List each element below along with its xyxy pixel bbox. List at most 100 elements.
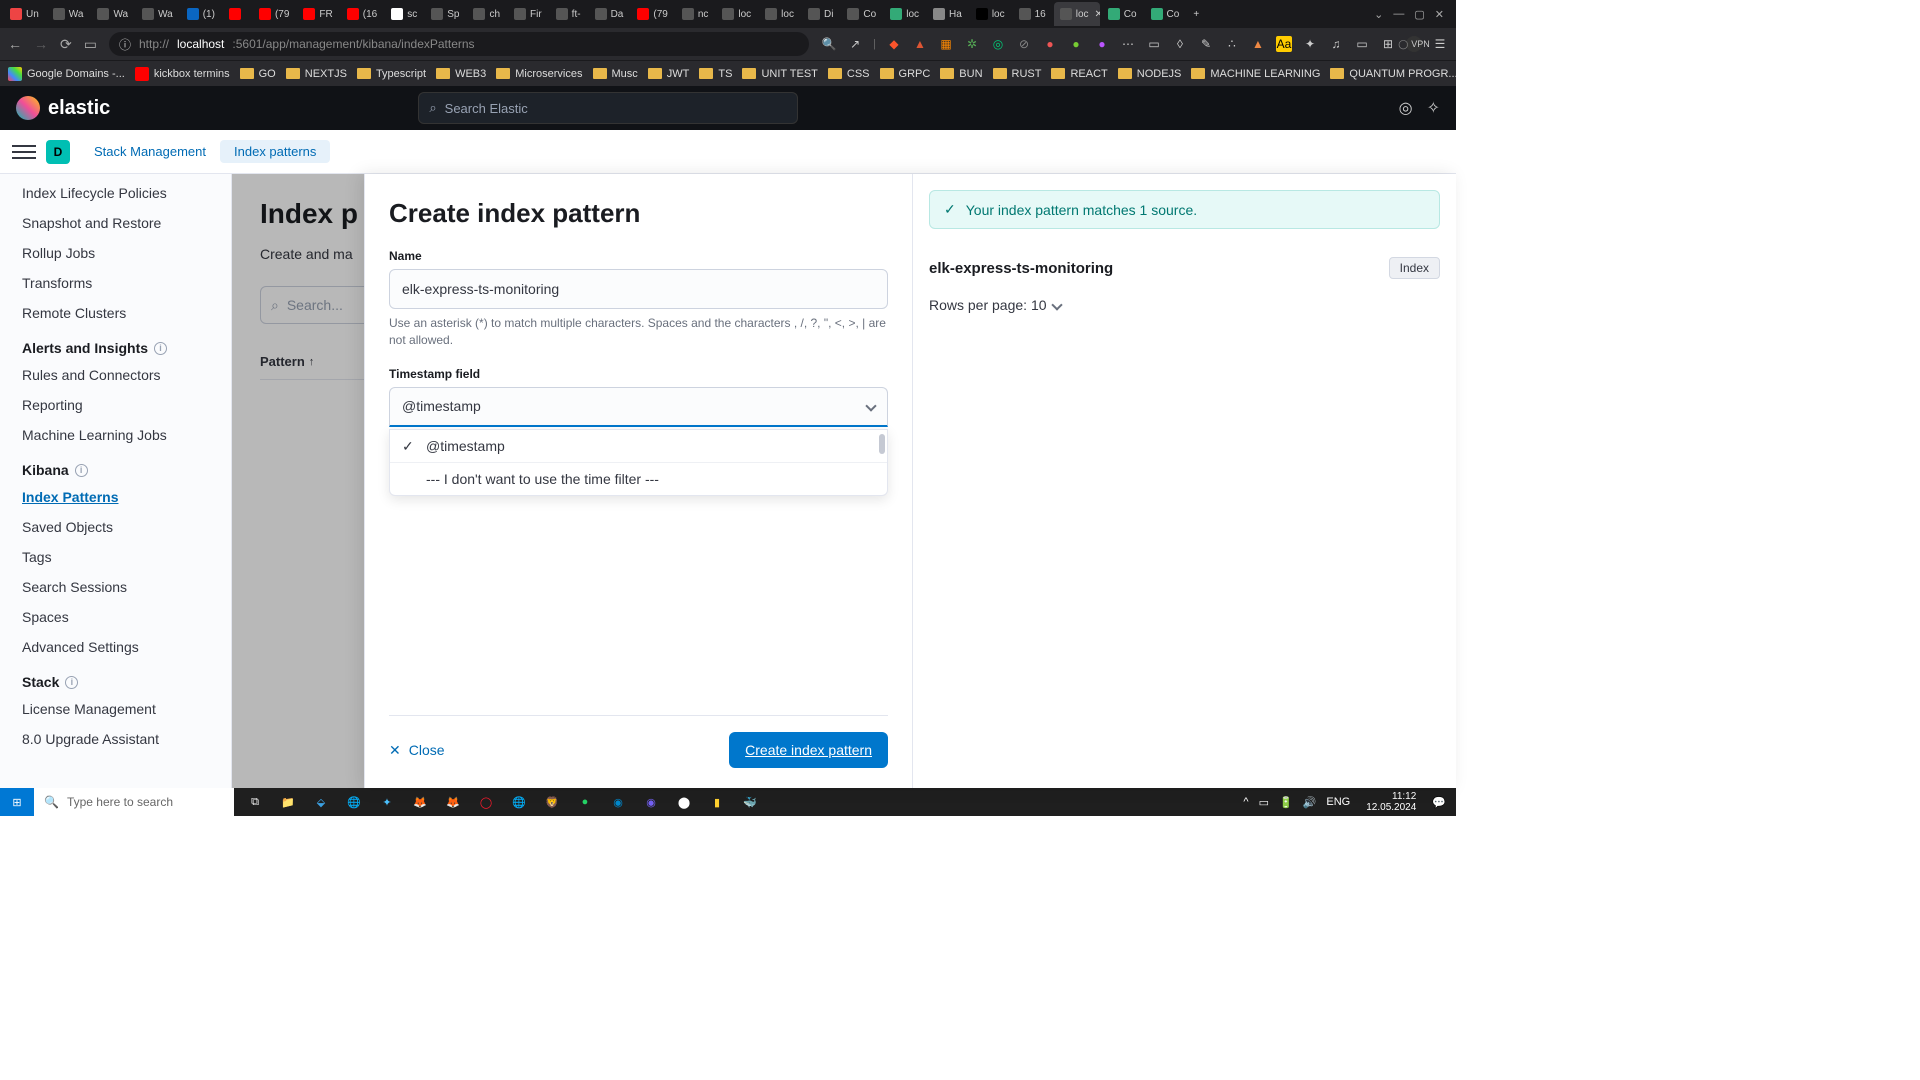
rows-per-page[interactable]: Rows per page: 10: [929, 297, 1440, 313]
tray-icon[interactable]: 🔋: [1279, 796, 1293, 809]
bookmark-item[interactable]: GO: [240, 68, 276, 80]
ext-icon[interactable]: ▲: [1250, 36, 1266, 52]
timestamp-select[interactable]: @timestamp: [389, 387, 888, 427]
breadcrumb-index-patterns[interactable]: Index patterns: [220, 140, 330, 163]
minimize-icon[interactable]: —: [1393, 8, 1404, 21]
back-icon[interactable]: ←: [8, 36, 22, 53]
close-window-icon[interactable]: ✕: [1435, 8, 1444, 21]
zoom-icon[interactable]: 🔍: [821, 36, 837, 52]
browser-tab[interactable]: Wa: [91, 2, 134, 26]
ext-icon[interactable]: ▲: [912, 36, 928, 52]
reload-icon[interactable]: ⟳: [60, 36, 72, 53]
taskbar-app[interactable]: 🦁: [537, 788, 567, 816]
vpn-badge[interactable]: ◯VPN: [1406, 36, 1422, 52]
task-view-icon[interactable]: ⧉: [240, 788, 270, 816]
bookmark-item[interactable]: NEXTJS: [286, 68, 347, 80]
ext-icon[interactable]: ▦: [938, 36, 954, 52]
taskbar-app[interactable]: 🌐: [504, 788, 534, 816]
browser-tab[interactable]: Co: [1102, 2, 1143, 26]
browser-tab[interactable]: sc: [385, 2, 423, 26]
sidebar-item-index-patterns[interactable]: Index Patterns: [0, 482, 231, 512]
taskbar-app[interactable]: 🦊: [405, 788, 435, 816]
browser-tab[interactable]: Co: [841, 2, 882, 26]
bookmark-item[interactable]: JWT: [648, 68, 690, 80]
browser-tab[interactable]: Wa: [136, 2, 179, 26]
sidebar-item[interactable]: Reporting: [0, 390, 231, 420]
bookmark-item[interactable]: RUST: [993, 68, 1042, 80]
sidebar-item[interactable]: Spaces: [0, 602, 231, 632]
browser-tab[interactable]: (1): [181, 2, 221, 26]
taskbar-app[interactable]: ✦: [372, 788, 402, 816]
scrollbar[interactable]: [879, 434, 885, 454]
name-input[interactable]: [389, 269, 888, 309]
browser-tab[interactable]: Da: [589, 2, 630, 26]
bookmark-item[interactable]: NODEJS: [1118, 68, 1182, 80]
bookmark-item[interactable]: Musc: [593, 68, 638, 80]
sidebar-item[interactable]: Index Lifecycle Policies: [0, 178, 231, 208]
site-info-icon[interactable]: ⓘ: [119, 36, 131, 53]
browser-tab[interactable]: Fir: [508, 2, 548, 26]
bookmark-icon[interactable]: ▭: [84, 36, 97, 53]
ext-icon[interactable]: ⊘: [1016, 36, 1032, 52]
browser-tab[interactable]: Ha: [927, 2, 968, 26]
global-search[interactable]: ⌕ Search Elastic: [418, 92, 798, 124]
browser-tab-active[interactable]: loc✕: [1054, 2, 1100, 26]
browser-tab[interactable]: (79: [253, 2, 295, 26]
nav-toggle-icon[interactable]: [12, 140, 36, 164]
bookmark-item[interactable]: BUN: [940, 68, 982, 80]
tab-list-icon[interactable]: ⌄: [1374, 8, 1383, 21]
browser-tab[interactable]: loc: [716, 2, 757, 26]
ext-icon[interactable]: ●: [1094, 36, 1110, 52]
taskbar-search[interactable]: 🔍 Type here to search: [34, 788, 234, 816]
bookmark-item[interactable]: Microservices: [496, 68, 582, 80]
ext-icon[interactable]: ▭: [1354, 36, 1370, 52]
browser-tab[interactable]: (16: [341, 2, 383, 26]
bookmark-item[interactable]: QUANTUM PROGR...: [1330, 68, 1456, 80]
sidebar-item[interactable]: Search Sessions: [0, 572, 231, 602]
dropdown-option-timestamp[interactable]: @timestamp: [390, 430, 887, 462]
bookmark-item[interactable]: UNIT TEST: [742, 68, 817, 80]
breadcrumb-stack-management[interactable]: Stack Management: [80, 140, 220, 163]
url-input[interactable]: ⓘ http://localhost:5601/app/management/k…: [109, 32, 809, 56]
taskbar-app[interactable]: 🦊: [438, 788, 468, 816]
ext-icon[interactable]: ◊: [1172, 36, 1188, 52]
menu-icon[interactable]: ☰: [1432, 36, 1448, 52]
taskbar-app[interactable]: ◉: [603, 788, 633, 816]
ext-icon[interactable]: ●: [1068, 36, 1084, 52]
browser-tab[interactable]: [223, 2, 251, 26]
share-icon[interactable]: ↗: [847, 36, 863, 52]
taskbar-app[interactable]: 📁: [273, 788, 303, 816]
browser-tab[interactable]: Di: [802, 2, 839, 26]
bookmark-item[interactable]: GRPC: [880, 68, 931, 80]
ext-icon[interactable]: ✎: [1198, 36, 1214, 52]
browser-tab[interactable]: ch: [467, 2, 506, 26]
taskbar-clock[interactable]: 11:12 12.05.2024: [1360, 791, 1422, 813]
ext-icon[interactable]: ●: [1042, 36, 1058, 52]
ext-icon[interactable]: ✦: [1302, 36, 1318, 52]
sidebar-item[interactable]: Machine Learning Jobs: [0, 420, 231, 450]
sidebar-item[interactable]: Saved Objects: [0, 512, 231, 542]
info-icon[interactable]: i: [65, 676, 78, 689]
start-button[interactable]: ⊞: [0, 788, 34, 816]
browser-tab[interactable]: Wa: [47, 2, 90, 26]
space-avatar[interactable]: D: [46, 140, 70, 164]
taskbar-app[interactable]: ⬤: [669, 788, 699, 816]
taskbar-app[interactable]: ◯: [471, 788, 501, 816]
sidebar-item[interactable]: Transforms: [0, 268, 231, 298]
bookmark-item[interactable]: WEB3: [436, 68, 486, 80]
bookmark-item[interactable]: kickbox termins: [135, 67, 230, 81]
bookmark-item[interactable]: Typescript: [357, 68, 426, 80]
close-button[interactable]: ✕ Close: [389, 742, 445, 759]
browser-tab[interactable]: ft-: [550, 2, 587, 26]
ext-icon[interactable]: ◎: [990, 36, 1006, 52]
bookmark-item[interactable]: Google Domains -...: [8, 67, 125, 81]
taskbar-app[interactable]: ◉: [636, 788, 666, 816]
browser-tab[interactable]: (79: [631, 2, 673, 26]
browser-tab[interactable]: nc: [676, 2, 715, 26]
create-index-pattern-button[interactable]: Create index pattern: [729, 732, 888, 768]
dropdown-option-no-time[interactable]: --- I don't want to use the time filter …: [390, 462, 887, 495]
maximize-icon[interactable]: ▢: [1414, 8, 1424, 21]
help-icon[interactable]: ✧: [1427, 98, 1440, 118]
tray-expand-icon[interactable]: ^: [1243, 796, 1248, 808]
sidebar-item[interactable]: Tags: [0, 542, 231, 572]
